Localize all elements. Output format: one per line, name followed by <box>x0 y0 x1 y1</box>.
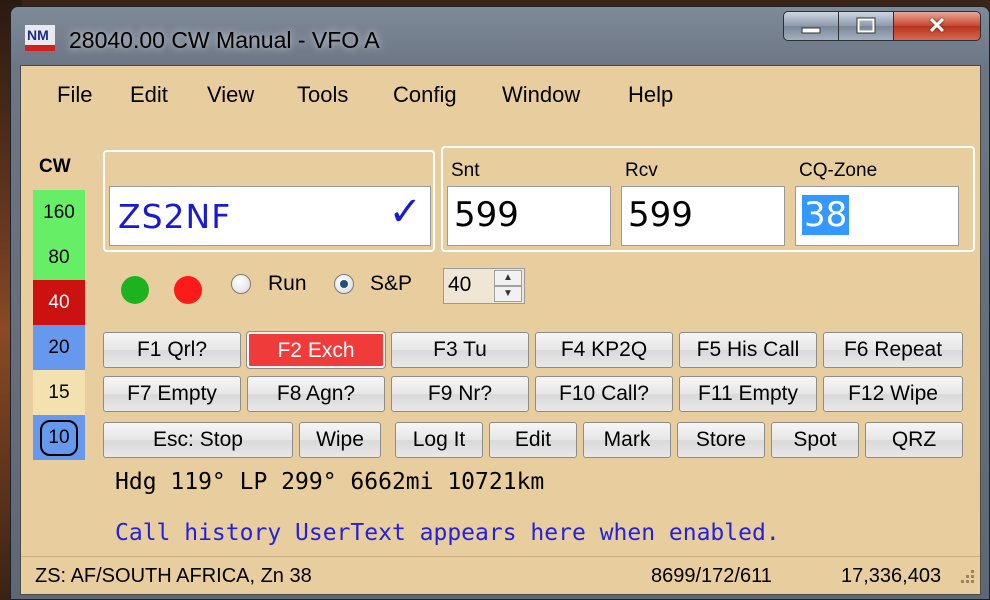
callsign-input[interactable]: ZS2NF ✓ <box>109 186 431 246</box>
menu-tools[interactable]: Tools <box>297 82 348 108</box>
f4-button[interactable]: F4 KP2Q <box>535 332 673 368</box>
run-radio[interactable] <box>231 274 251 294</box>
esc-stop-button[interactable]: Esc: Stop <box>103 422 293 458</box>
band-20[interactable]: 20 <box>33 325 85 370</box>
qrz-button[interactable]: QRZ <box>865 422 963 458</box>
band-10[interactable]: 10 <box>40 419 78 456</box>
store-button[interactable]: Store <box>677 422 765 458</box>
rcv-label: Rcv <box>625 160 658 181</box>
f5-button[interactable]: F5 His Call <box>679 332 817 368</box>
cq-zone-input[interactable]: 38 <box>795 186 959 246</box>
f1-button[interactable]: F1 Qrl? <box>103 332 241 368</box>
resize-grip-icon[interactable] <box>956 567 976 587</box>
mark-button[interactable]: Mark <box>583 422 671 458</box>
wpm-spinner[interactable]: 40 ▲ ▼ <box>443 268 525 304</box>
snt-value: 599 <box>454 195 519 235</box>
wpm-value: 40 <box>448 273 472 296</box>
f3-button[interactable]: F3 Tu <box>391 332 529 368</box>
minimize-icon <box>801 27 821 34</box>
cq-zone-label: CQ-Zone <box>799 160 878 181</box>
main-panel: File Edit View Tools Config Window Help … <box>20 65 981 595</box>
checkmark-icon: ✓ <box>388 190 422 234</box>
cq-zone-selection: 38 <box>802 195 850 235</box>
band-15[interactable]: 15 <box>33 370 85 415</box>
menu-edit[interactable]: Edit <box>130 82 168 108</box>
callsign-group: ZS2NF ✓ <box>103 150 435 252</box>
status-green-indicator <box>121 276 149 304</box>
spin-up-button[interactable]: ▲ <box>494 270 522 286</box>
cq-zone-value: 38 <box>802 195 850 235</box>
f9-button[interactable]: F9 Nr? <box>391 376 529 412</box>
heading-info: Hdg 119° LP 299° 6662mi 10721km <box>115 469 545 495</box>
window-title: 28040.00 CW Manual - VFO A <box>69 27 380 53</box>
f11-button[interactable]: F11 Empty <box>679 376 817 412</box>
wipe-button[interactable]: Wipe <box>299 422 381 458</box>
status-country: ZS: AF/SOUTH AFRICA, Zn 38 <box>35 565 312 587</box>
rcv-value: 599 <box>628 195 693 235</box>
sp-label: S&P <box>370 272 413 295</box>
menu-help[interactable]: Help <box>628 82 673 108</box>
menu-view[interactable]: View <box>207 82 254 108</box>
spot-button[interactable]: Spot <box>771 422 859 458</box>
menu-file[interactable]: File <box>57 82 92 108</box>
menu-window[interactable]: Window <box>502 82 580 108</box>
close-button[interactable]: ✕ <box>893 11 981 41</box>
f10-button[interactable]: F10 Call? <box>535 376 673 412</box>
band-40[interactable]: 40 <box>33 280 85 325</box>
snt-label: Snt <box>451 160 480 181</box>
maximize-icon <box>856 17 876 34</box>
status-counts: 8699/172/611 <box>651 565 772 587</box>
menu-bar: File Edit View Tools Config Window Help <box>21 66 980 122</box>
spin-down-button[interactable]: ▼ <box>494 286 522 302</box>
app-window: NM 28040.00 CW Manual - VFO A ✕ File Edi… <box>10 6 990 600</box>
arrow-up-icon: ▲ <box>503 272 513 283</box>
f12-button[interactable]: F12 Wipe <box>823 376 963 412</box>
svg-text:NM: NM <box>27 27 49 43</box>
f6-button[interactable]: F6 Repeat <box>823 332 963 368</box>
mode-label: CW <box>39 156 71 177</box>
f8-button[interactable]: F8 Agn? <box>247 376 385 412</box>
exchange-group: Snt Rcv CQ-Zone 599 599 38 <box>441 146 975 252</box>
minimize-button[interactable] <box>783 11 839 41</box>
status-score: 17,336,403 <box>841 565 942 587</box>
sp-radio[interactable] <box>334 274 354 294</box>
arrow-down-icon: ▼ <box>503 288 513 299</box>
snt-input[interactable]: 599 <box>447 186 611 246</box>
band-160[interactable]: 160 <box>33 190 85 235</box>
status-bar: ZS: AF/SOUTH AFRICA, Zn 38 8699/172/611 … <box>21 556 980 595</box>
f7-button[interactable]: F7 Empty <box>103 376 241 412</box>
title-bar[interactable]: NM 28040.00 CW Manual - VFO A ✕ <box>11 7 989 65</box>
status-red-indicator <box>174 276 202 304</box>
edit-button[interactable]: Edit <box>489 422 577 458</box>
n1mm-logo-icon: NM <box>25 25 55 51</box>
band-80[interactable]: 80 <box>33 235 85 280</box>
log-it-button[interactable]: Log It <box>395 422 483 458</box>
close-icon: ✕ <box>927 13 947 38</box>
menu-config[interactable]: Config <box>393 82 457 108</box>
callsign-value: ZS2NF <box>118 197 232 236</box>
rcv-input[interactable]: 599 <box>621 186 785 246</box>
band-10-cell[interactable]: 10 <box>33 415 85 460</box>
user-text: Call history UserText appears here when … <box>115 520 780 546</box>
maximize-button[interactable] <box>838 11 894 41</box>
run-label: Run <box>268 272 307 295</box>
f2-button[interactable]: F2 Exch <box>246 331 386 369</box>
